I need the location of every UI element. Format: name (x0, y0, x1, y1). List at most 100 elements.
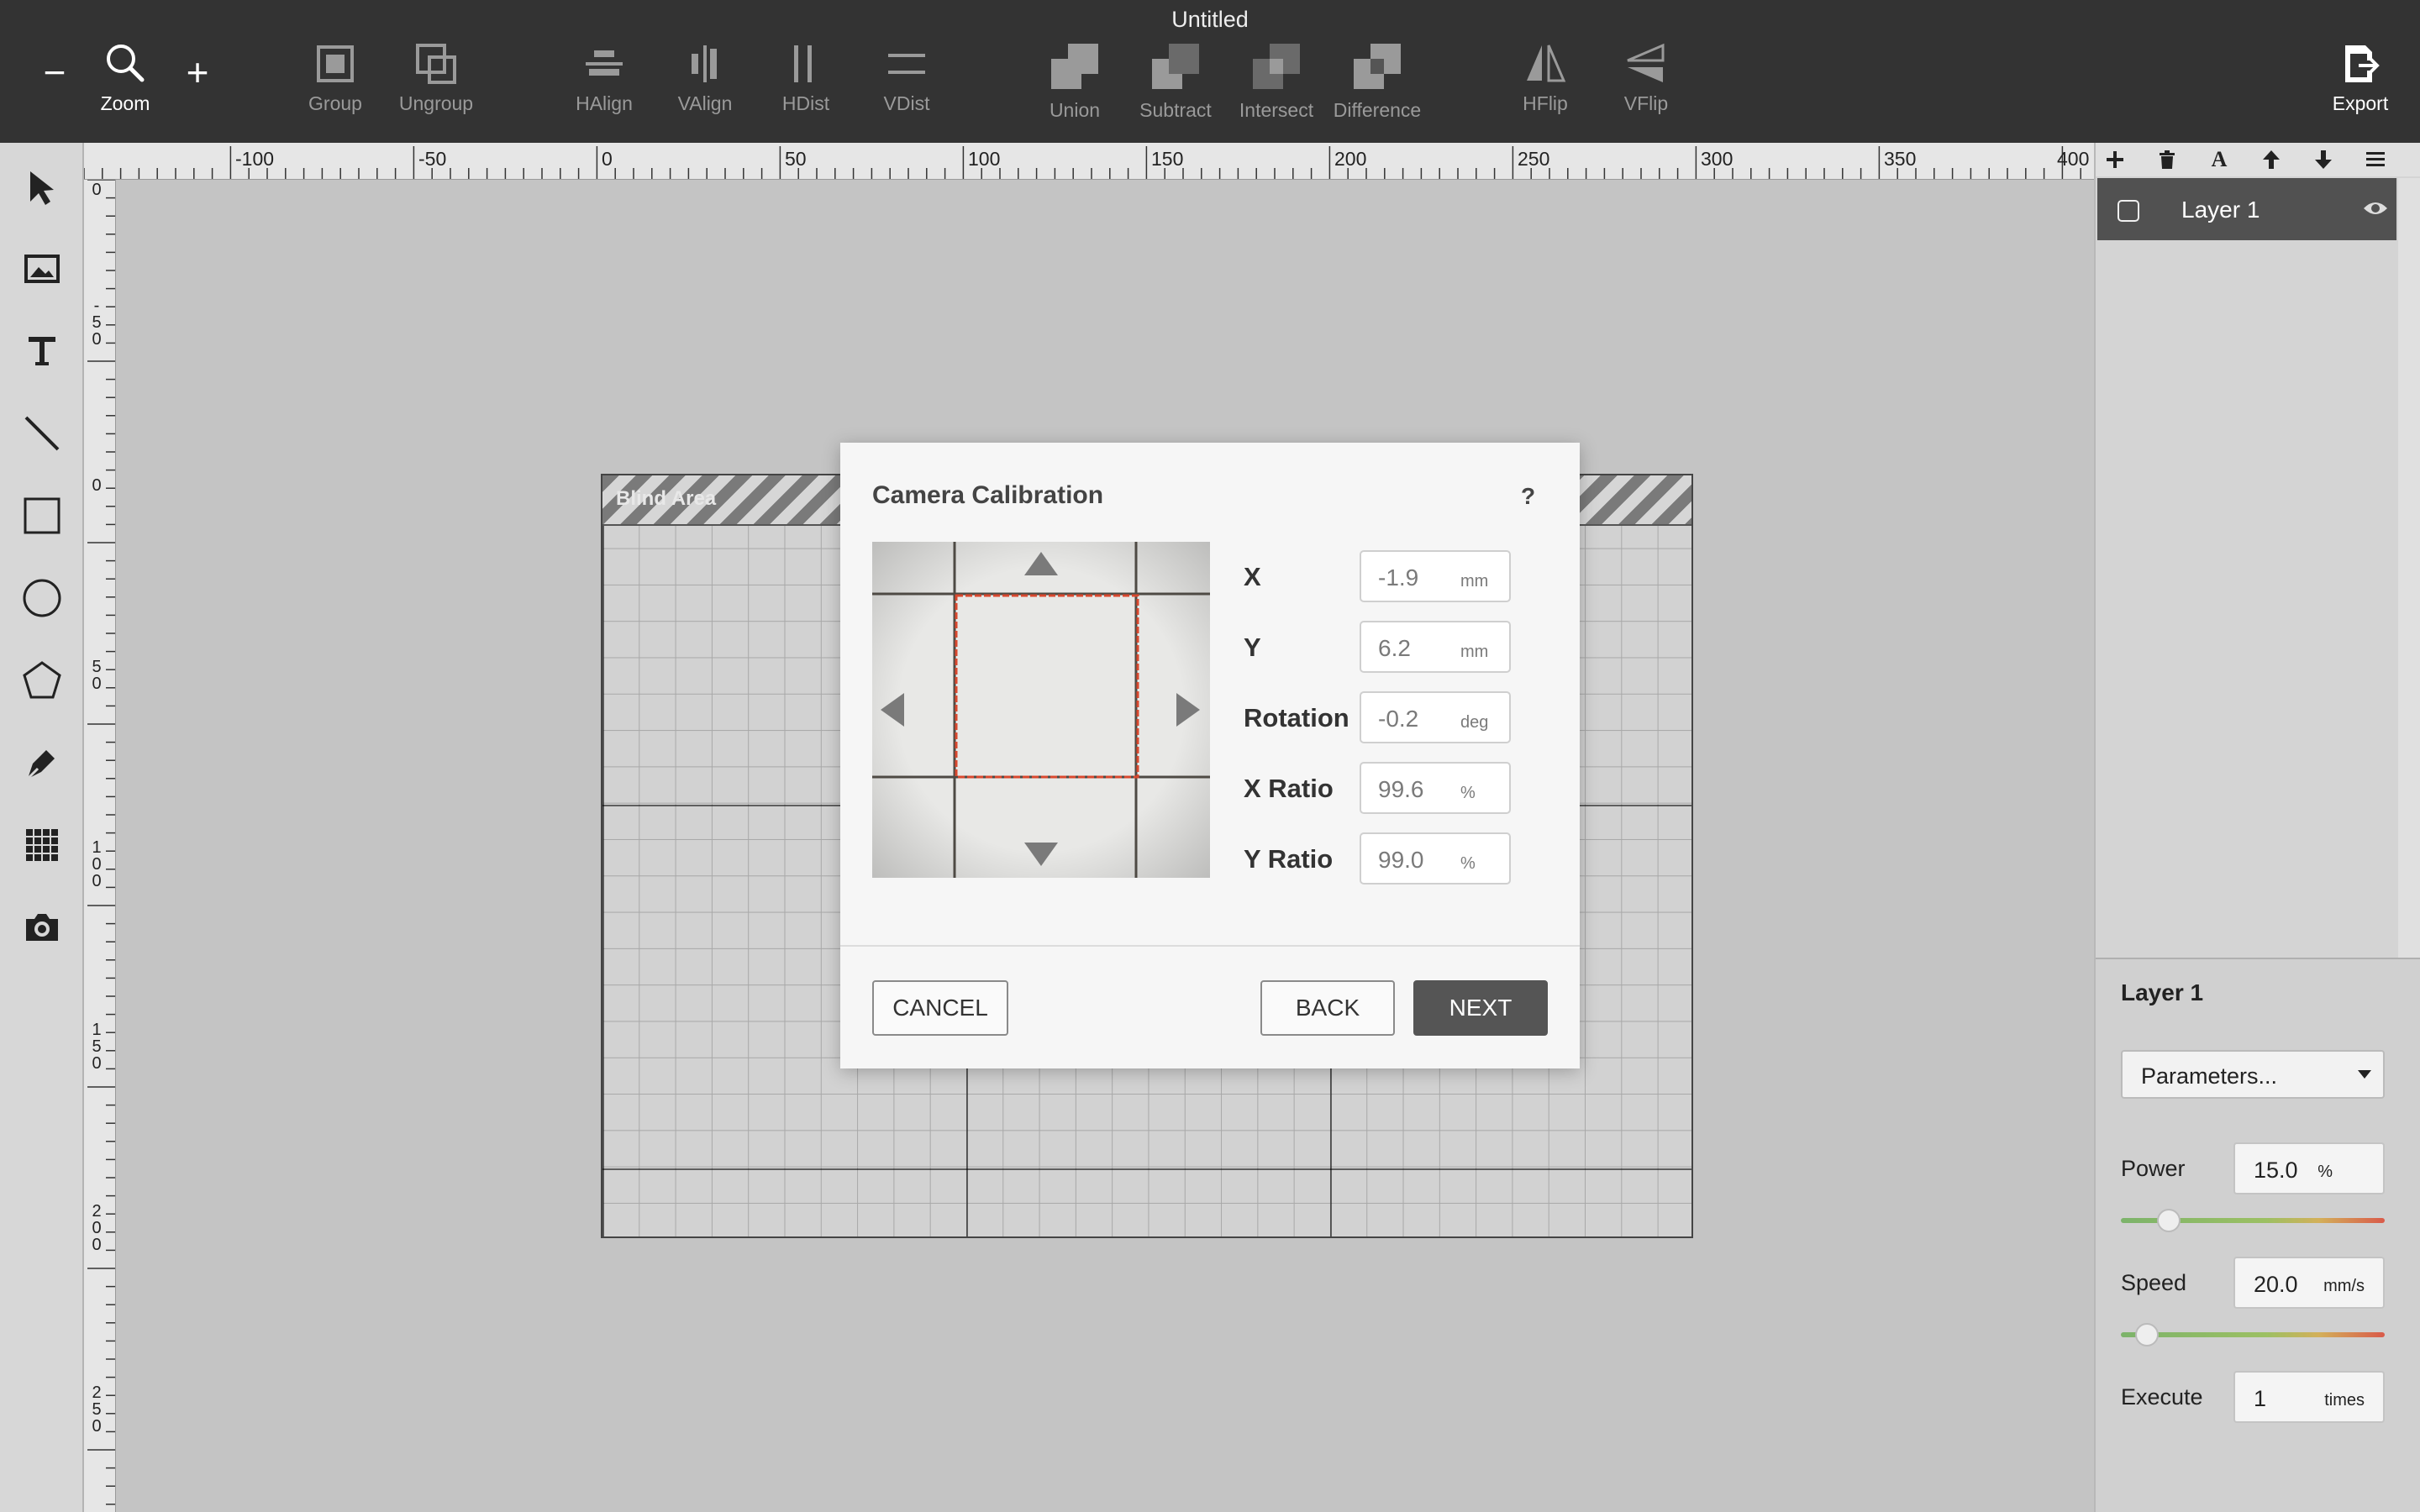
power-slider[interactable] (2121, 1209, 2385, 1232)
halign-label: HAlign (576, 92, 633, 114)
difference-label: Difference (1333, 99, 1422, 121)
zoom-out-button[interactable]: − (34, 47, 76, 97)
x-label: X (1244, 562, 1261, 591)
zoom-button[interactable]: Zoom (71, 42, 180, 126)
parameters-select[interactable]: Parameters... (2121, 1050, 2385, 1099)
cancel-button[interactable]: CANCEL (872, 980, 1008, 1036)
pen-icon[interactable] (17, 738, 67, 788)
dialog-divider (840, 945, 1580, 947)
vdist-label: VDist (883, 92, 930, 114)
y-ratio-input[interactable]: 99.0 % (1360, 832, 1511, 885)
parameters-select-value: Parameters... (2141, 1063, 2278, 1089)
power-slider-knob[interactable] (2156, 1209, 2181, 1232)
nudge-up-icon[interactable] (1024, 552, 1058, 575)
vflip-button[interactable]: VFlip (1591, 42, 1701, 126)
trash-icon[interactable] (2153, 146, 2181, 173)
group-icon (317, 45, 354, 82)
rotation-input[interactable]: -0.2 deg (1360, 691, 1511, 743)
zoom-in-button[interactable]: + (176, 47, 218, 97)
vertical-ruler: 0 -50 0 50 100 150 200 250 (84, 180, 116, 1512)
x-offset-unit: mm (1460, 572, 1489, 591)
valign-button[interactable]: VAlign (650, 42, 760, 126)
valign-icon (692, 45, 717, 82)
ruler-top-label: 350 (1884, 148, 1917, 170)
zoom-label: Zoom (100, 92, 150, 114)
ruler-top-label: 300 (1701, 148, 1733, 170)
ruler-top-label: 100 (968, 148, 1001, 170)
difference-button[interactable]: Difference (1323, 42, 1432, 126)
eye-icon[interactable] (2363, 198, 2388, 218)
polygon-icon[interactable] (17, 655, 67, 706)
x-ratio-input[interactable]: 99.6 % (1360, 762, 1511, 814)
right-panel: A Layer 1 Layer 1 Parameters... Power 15… (2094, 143, 2420, 1512)
y-ratio-unit: % (1460, 854, 1476, 873)
line-icon[interactable] (17, 408, 67, 459)
ungroup-label: Ungroup (398, 92, 474, 114)
export-icon (2345, 45, 2380, 82)
image-icon[interactable] (17, 244, 67, 294)
nudge-left-icon[interactable] (881, 693, 904, 727)
layer-toolbar: A (2096, 143, 2420, 176)
intersect-label: Intersect (1239, 99, 1314, 121)
speed-slider-knob[interactable] (2135, 1323, 2160, 1347)
rectangle-icon[interactable] (17, 491, 67, 541)
intersect-icon (1253, 44, 1300, 89)
back-button[interactable]: BACK (1260, 980, 1395, 1036)
halign-button[interactable]: HAlign (550, 42, 659, 126)
speed-label: Speed (2121, 1270, 2187, 1295)
hflip-label: HFlip (1523, 92, 1568, 114)
intersect-button[interactable]: Intersect (1222, 42, 1331, 126)
magnifier-icon (107, 45, 145, 82)
menu-icon[interactable] (2361, 146, 2390, 173)
execute-value: 1 (2254, 1386, 2267, 1411)
group-button[interactable]: Group (281, 42, 390, 126)
export-label: Export (2332, 92, 2389, 114)
cursor-icon[interactable] (17, 163, 67, 213)
arrow-up-icon[interactable] (2257, 146, 2286, 173)
horizontal-ruler: -100 -50 0 50 100 150 200 250 300 350 40… (84, 143, 2094, 180)
rotation-value: -0.2 (1378, 706, 1419, 732)
ruler-left-label: 150 (92, 1021, 102, 1073)
vdist-button[interactable]: VDist (852, 42, 961, 126)
text-icon[interactable] (17, 326, 67, 376)
y-offset-input[interactable]: 6.2 mm (1360, 621, 1511, 673)
speed-slider[interactable] (2121, 1323, 2385, 1347)
export-button[interactable]: Export (2306, 42, 2415, 126)
nudge-down-icon[interactable] (1024, 843, 1058, 866)
arrow-down-icon[interactable] (2309, 146, 2338, 173)
help-icon[interactable]: ? (1521, 483, 1535, 510)
valign-label: VAlign (677, 92, 733, 114)
ungroup-button[interactable]: Ungroup (381, 42, 491, 126)
ruler-top-label: -50 (418, 148, 447, 170)
y-label: Y (1244, 633, 1261, 662)
speed-value: 20.0 (2254, 1272, 2298, 1297)
layer-checkbox[interactable] (2118, 200, 2139, 222)
ruler-left-label: 0 (92, 476, 102, 495)
union-icon (1051, 44, 1098, 89)
plus-icon[interactable] (2101, 146, 2129, 173)
x-ratio-label: X Ratio (1244, 774, 1334, 803)
ellipse-icon[interactable] (17, 573, 67, 623)
hdist-button[interactable]: HDist (751, 42, 860, 126)
difference-icon (1354, 44, 1401, 89)
x-offset-input[interactable]: -1.9 mm (1360, 550, 1511, 602)
nudge-right-icon[interactable] (1176, 693, 1200, 727)
ruler-top-label: 400 (2057, 148, 2090, 170)
next-button[interactable]: NEXT (1413, 980, 1548, 1036)
grid-icon[interactable] (17, 820, 67, 870)
execute-input[interactable]: 1 times (2233, 1371, 2385, 1423)
speed-input[interactable]: 20.0 mm/s (2233, 1257, 2385, 1309)
font-icon[interactable]: A (2205, 146, 2233, 173)
power-input[interactable]: 15.0 % (2233, 1142, 2385, 1194)
dialog-title: Camera Calibration (872, 481, 1104, 509)
top-toolbar: Untitled − Zoom + Group Ungroup HAlign V… (0, 0, 2420, 143)
layer-row[interactable]: Layer 1 (2097, 178, 2396, 240)
ruler-top-label: 150 (1151, 148, 1184, 170)
subtract-button[interactable]: Subtract (1121, 42, 1230, 126)
vflip-label: VFlip (1623, 92, 1669, 114)
speed-unit: mm/s (2323, 1277, 2365, 1295)
hflip-button[interactable]: HFlip (1491, 42, 1600, 126)
ruler-top-label: 50 (785, 148, 807, 170)
camera-icon[interactable] (17, 902, 67, 953)
union-button[interactable]: Union (1020, 42, 1129, 126)
